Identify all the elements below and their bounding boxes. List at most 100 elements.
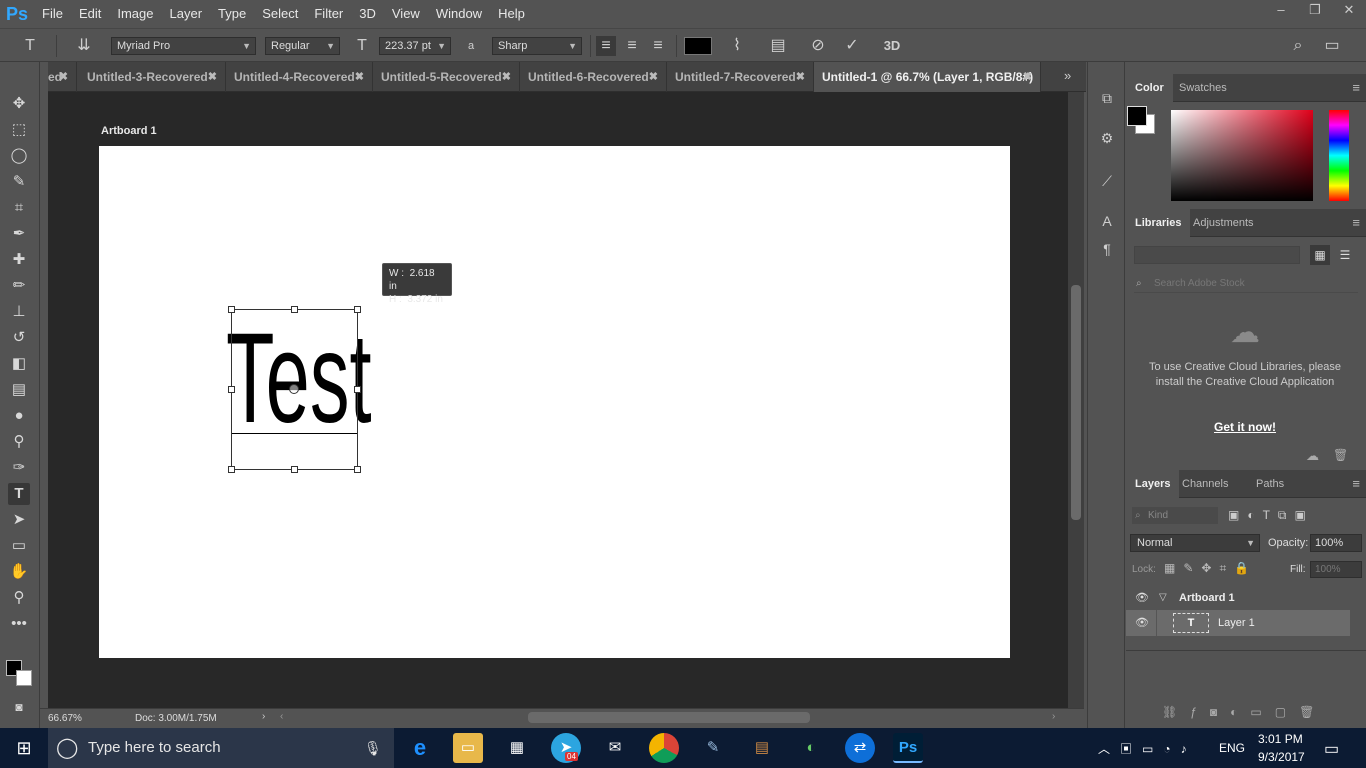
eraser-tool-icon[interactable]: ◧ bbox=[8, 353, 30, 375]
close-icon[interactable]: ✖ bbox=[1023, 62, 1032, 92]
transform-handle[interactable] bbox=[354, 386, 361, 393]
tab-document[interactable]: Untitled-6-Recovered ✖ bbox=[520, 62, 667, 92]
transform-handle[interactable] bbox=[228, 386, 235, 393]
pen-tool-icon[interactable]: ✑ bbox=[8, 457, 30, 479]
commit-icon[interactable]: ✓ bbox=[842, 36, 862, 56]
transform-handle[interactable] bbox=[354, 306, 361, 313]
cancel-icon[interactable]: ⊘ bbox=[808, 36, 828, 56]
cloud-sync-icon[interactable]: ☁ bbox=[1306, 448, 1319, 464]
menu-file[interactable]: File bbox=[34, 0, 71, 28]
move-tool-icon[interactable]: ✥ bbox=[8, 93, 30, 115]
character-panel-icon[interactable]: A bbox=[1096, 210, 1118, 232]
foreground-color-chip[interactable] bbox=[1127, 106, 1147, 126]
healing-brush-tool-icon[interactable]: ✚ bbox=[8, 249, 30, 271]
brush-settings-icon[interactable]: ⟋ bbox=[1096, 170, 1118, 192]
teamviewer-icon[interactable]: ⇄ bbox=[845, 733, 875, 763]
quick-mask-icon[interactable]: ◙ bbox=[8, 696, 30, 718]
restore-button[interactable]: ❐ bbox=[1298, 0, 1332, 22]
tab-document[interactable]: Untitled-5-Recovered ✖ bbox=[373, 62, 520, 92]
panel-menu-icon[interactable]: ≡ bbox=[1352, 74, 1360, 102]
menu-help[interactable]: Help bbox=[490, 0, 533, 28]
crop-tool-icon[interactable]: ⌗ bbox=[8, 197, 30, 219]
grid-view-icon[interactable]: ▦ bbox=[1310, 245, 1330, 265]
store-icon[interactable]: ▦ bbox=[502, 733, 532, 763]
system-tray-icons[interactable]: ︿▣▭◔♪ bbox=[1098, 740, 1197, 757]
brush-tool-icon[interactable]: ✏ bbox=[8, 275, 30, 297]
path-selection-tool-icon[interactable]: ➤ bbox=[8, 509, 30, 531]
search-icon[interactable]: ⌕ bbox=[1288, 36, 1308, 56]
properties-panel-icon[interactable]: ⚙ bbox=[1096, 127, 1118, 149]
transform-handle[interactable] bbox=[228, 306, 235, 313]
get-it-now-link[interactable]: Get it now! bbox=[1135, 420, 1355, 434]
align-left-icon[interactable]: ≡ bbox=[596, 36, 616, 56]
tab-overflow-icon[interactable]: » bbox=[1064, 68, 1071, 83]
taskbar-search-box[interactable]: ◯ Type here to search 🎙 bbox=[48, 728, 394, 768]
scroll-left-icon[interactable]: ‹ bbox=[280, 711, 283, 722]
lock-icons[interactable]: ▦✎✥⌗🔒 bbox=[1164, 561, 1264, 577]
tab-active-document[interactable]: Untitled-1 @ 66.7% (Layer 1, RGB/8#) ✖ bbox=[814, 62, 1041, 92]
tab-libraries[interactable]: Libraries bbox=[1126, 209, 1191, 237]
reference-point-icon[interactable] bbox=[289, 384, 299, 394]
tab-document[interactable]: Untitled-4-Recovered ✖ bbox=[226, 62, 373, 92]
rectangle-tool-icon[interactable]: ▭ bbox=[8, 535, 30, 557]
opacity-input[interactable]: 100% bbox=[1310, 534, 1362, 552]
color-field[interactable] bbox=[1171, 110, 1313, 201]
history-brush-tool-icon[interactable]: ↺ bbox=[8, 327, 30, 349]
fill-input[interactable]: 100% bbox=[1310, 561, 1362, 578]
antialias-select[interactable]: Sharp ▼ bbox=[492, 37, 582, 55]
lasso-tool-icon[interactable]: ◯ bbox=[8, 145, 30, 167]
menu-3d[interactable]: 3D bbox=[351, 0, 384, 28]
clock-time[interactable]: 3:01 PM bbox=[1258, 732, 1303, 746]
tab-document[interactable]: Untitled-7-Recovered ✖ bbox=[667, 62, 814, 92]
app-icon[interactable]: ◐ bbox=[796, 733, 826, 763]
transform-handle[interactable] bbox=[354, 466, 361, 473]
windows-start-icon[interactable]: ⊞ bbox=[14, 738, 34, 758]
layer-kind-filter[interactable]: ⌕ Kind bbox=[1132, 507, 1218, 524]
blur-tool-icon[interactable]: ● bbox=[8, 405, 30, 427]
close-icon[interactable]: ✖ bbox=[208, 62, 217, 92]
edge-icon[interactable]: e bbox=[405, 733, 435, 763]
history-panel-icon[interactable]: ⧉ bbox=[1096, 87, 1118, 109]
list-view-icon[interactable]: ☰ bbox=[1335, 245, 1355, 265]
menu-image[interactable]: Image bbox=[109, 0, 161, 28]
transform-handle[interactable] bbox=[291, 466, 298, 473]
font-size-select[interactable]: 223.37 pt ▼ bbox=[379, 37, 451, 55]
menu-window[interactable]: Window bbox=[428, 0, 490, 28]
zoom-level[interactable]: 66.67% bbox=[48, 713, 82, 724]
language-indicator[interactable]: ENG bbox=[1219, 741, 1245, 755]
minimize-button[interactable]: – bbox=[1264, 0, 1298, 22]
transform-handle[interactable] bbox=[228, 466, 235, 473]
trash-icon[interactable]: 🗑 bbox=[1333, 448, 1348, 462]
menu-view[interactable]: View bbox=[384, 0, 428, 28]
menu-edit[interactable]: Edit bbox=[71, 0, 109, 28]
tab-document[interactable]: Untitled-3-Recovered ✖ bbox=[79, 62, 226, 92]
marquee-tool-icon[interactable]: ⬚ bbox=[8, 119, 30, 141]
3d-button[interactable]: 3D bbox=[880, 36, 904, 56]
font-style-select[interactable]: Regular ▼ bbox=[265, 37, 340, 55]
scroll-right-icon[interactable]: › bbox=[1052, 711, 1055, 722]
warp-text-icon[interactable]: ⌇ bbox=[727, 36, 747, 56]
app-icon[interactable]: ✎ bbox=[698, 733, 728, 763]
type-tool-preset-icon[interactable]: T bbox=[20, 36, 40, 56]
visibility-eye-icon[interactable]: 👁 bbox=[1135, 585, 1149, 611]
menu-filter[interactable]: Filter bbox=[306, 0, 351, 28]
close-icon[interactable]: ✖ bbox=[355, 62, 364, 92]
tab-adjustments[interactable]: Adjustments bbox=[1184, 209, 1263, 237]
chevron-down-icon[interactable]: ▽ bbox=[1159, 585, 1167, 611]
tab-document[interactable]: ed ✖ bbox=[40, 62, 77, 92]
action-center-icon[interactable]: ▭ bbox=[1324, 739, 1339, 759]
zoom-tool-icon[interactable]: ⚲ bbox=[8, 587, 30, 609]
tab-swatches[interactable]: Swatches bbox=[1170, 74, 1236, 102]
clock-date[interactable]: 9/3/2017 bbox=[1258, 750, 1305, 764]
align-right-icon[interactable]: ≡ bbox=[648, 36, 668, 56]
layer-row-artboard[interactable]: 👁 ▽ Artboard 1 bbox=[1126, 585, 1350, 611]
workspace-icon[interactable]: ▭ bbox=[1322, 36, 1342, 56]
font-family-select[interactable]: Myriad Pro ▼ bbox=[111, 37, 256, 55]
panel-menu-icon[interactable]: ≡ bbox=[1352, 209, 1360, 237]
close-button[interactable]: ✕ bbox=[1332, 0, 1366, 22]
tab-paths[interactable]: Paths bbox=[1247, 470, 1293, 498]
transform-bounding-box[interactable] bbox=[228, 306, 361, 473]
paragraph-panel-icon[interactable]: ¶ bbox=[1096, 238, 1118, 260]
mail-icon[interactable]: ✉ bbox=[600, 733, 630, 763]
visibility-eye-icon[interactable]: 👁 bbox=[1135, 610, 1149, 636]
